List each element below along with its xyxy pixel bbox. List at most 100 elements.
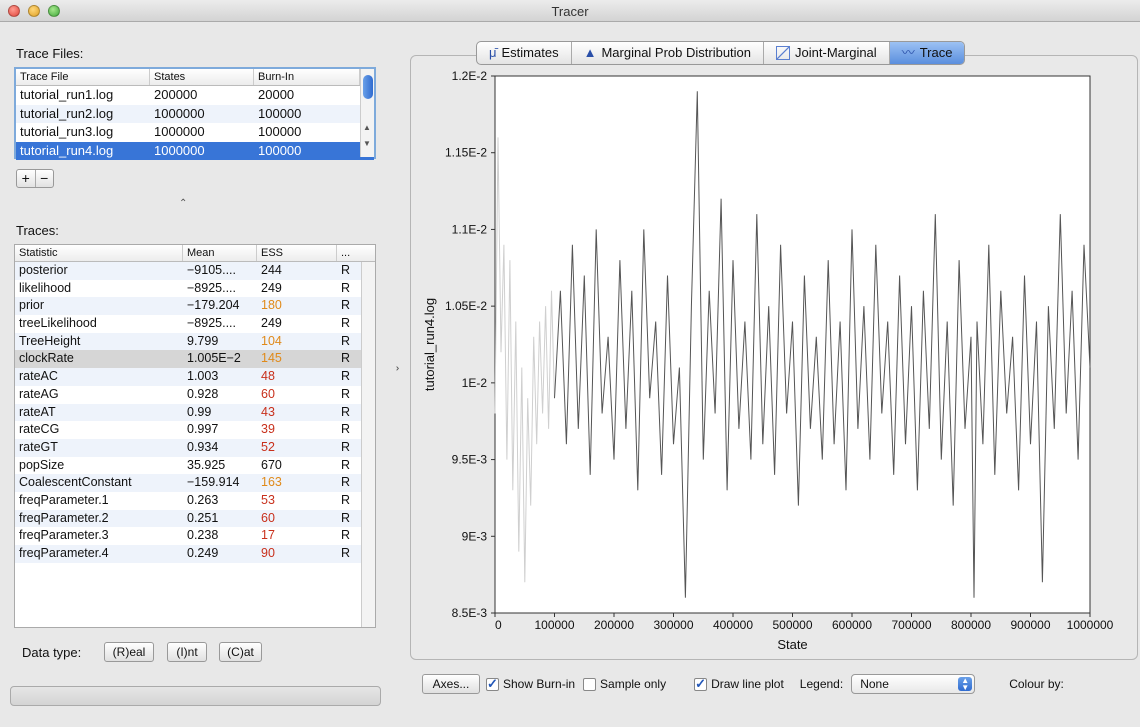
trace-file-burnin: 20000 bbox=[258, 87, 295, 102]
trace-statistic: rateAT bbox=[19, 404, 56, 419]
trace-mean: 0.928 bbox=[187, 386, 219, 401]
sample-only-label: Sample only bbox=[600, 677, 667, 691]
scroll-thumb[interactable] bbox=[363, 75, 373, 99]
split-arrow-icon[interactable]: ⌃ bbox=[389, 364, 400, 372]
trace-icon: 〰 bbox=[901, 45, 915, 60]
trace-row[interactable]: rateCG 0.997 39 R bbox=[15, 421, 375, 439]
trace-row[interactable]: rateGT 0.934 52 R bbox=[15, 438, 375, 457]
traces-table[interactable]: Statistic Mean ESS ... posterior −9105...… bbox=[14, 244, 376, 628]
trace-file-row[interactable]: tutorial_run1.log 200000 20000 bbox=[16, 86, 374, 105]
trace-ess: 90 bbox=[261, 546, 275, 560]
trace-row[interactable]: rateAT 0.99 43 R bbox=[15, 403, 375, 422]
trace-statistic: treeLikelihood bbox=[19, 316, 97, 331]
trace-file-row[interactable]: tutorial_run2.log 1000000 100000 bbox=[16, 104, 374, 123]
scroll-down-arrow-icon[interactable]: ▼ bbox=[363, 139, 371, 148]
tab-joint-marginal[interactable]: Joint-Marginal bbox=[764, 42, 890, 64]
split-handle-icon[interactable]: ⌃ bbox=[179, 198, 187, 209]
trace-statistic: rateAC bbox=[19, 369, 58, 384]
trace-mean: −159.914 bbox=[187, 475, 240, 490]
x-tick-label: 100000 bbox=[534, 618, 574, 632]
trace-flag: R bbox=[341, 510, 351, 525]
trace-flag: R bbox=[341, 546, 351, 560]
trace-row[interactable]: CoalescentConstant −159.914 163 R bbox=[15, 474, 375, 492]
tab-trace[interactable]: 〰 Trace bbox=[889, 42, 965, 64]
add-file-button[interactable]: + bbox=[17, 170, 36, 187]
estimates-icon: μ̄ bbox=[489, 45, 497, 60]
trace-row[interactable]: freqParameter.3 0.238 17 R bbox=[15, 527, 375, 545]
select-arrows-icon: ▲ ▼ bbox=[958, 677, 973, 692]
tab-marginal-prob[interactable]: ▲ Marginal Prob Distribution bbox=[572, 42, 765, 64]
trace-row[interactable]: freqParameter.2 0.251 60 R bbox=[15, 509, 375, 528]
trace-file-row[interactable]: tutorial_run4.log 1000000 100000 bbox=[16, 141, 374, 160]
trace-ess: 249 bbox=[261, 316, 282, 331]
trace-statistic: freqParameter.1 bbox=[19, 492, 109, 507]
trace-statistic: freqParameter.3 bbox=[19, 528, 109, 543]
trace-ess: 39 bbox=[261, 422, 275, 437]
trace-statistic: prior bbox=[19, 298, 45, 313]
show-burnin-checkbox[interactable] bbox=[486, 676, 499, 692]
column-header-burn-in[interactable]: Burn-In bbox=[254, 69, 360, 85]
trace-row[interactable]: freqParameter.4 0.249 90 R bbox=[15, 545, 375, 563]
trace-mean: −8925.... bbox=[187, 280, 236, 295]
column-header-trace-file[interactable]: Trace File bbox=[16, 69, 150, 85]
trace-statistic: rateCG bbox=[19, 422, 60, 437]
trace-row[interactable]: posterior −9105.... 244 R bbox=[15, 262, 375, 280]
column-header-states[interactable]: States bbox=[150, 69, 254, 85]
trace-row[interactable]: clockRate 1.005E−2 145 R bbox=[15, 350, 375, 369]
x-tick-label: 0 bbox=[495, 618, 502, 632]
window-title: Tracer bbox=[551, 4, 589, 19]
trace-ess: 53 bbox=[261, 492, 275, 507]
triangle-icon: ▲ bbox=[583, 45, 597, 60]
trace-row[interactable]: likelihood −8925.... 249 R bbox=[15, 280, 375, 298]
int-type-button[interactable]: (I)nt bbox=[167, 642, 207, 662]
trace-files-table[interactable]: Trace File States Burn-In tutorial_run1.… bbox=[14, 67, 376, 160]
plot-area bbox=[494, 75, 1091, 614]
traces-label: Traces: bbox=[16, 223, 59, 238]
trace-row[interactable]: TreeHeight 9.799 104 R bbox=[15, 332, 375, 351]
cat-type-button[interactable]: (C)at bbox=[219, 642, 262, 662]
trace-statistic: TreeHeight bbox=[19, 333, 81, 348]
trace-row[interactable]: rateAG 0.928 60 R bbox=[15, 386, 375, 404]
trace-row[interactable]: popSize 35.925 670 R bbox=[15, 457, 375, 475]
trace-file-row[interactable]: tutorial_run3.log 1000000 100000 bbox=[16, 123, 374, 142]
trace-ess: 52 bbox=[261, 439, 275, 454]
scroll-up-arrow-icon[interactable]: ▲ bbox=[363, 123, 371, 132]
column-header-more[interactable]: ... bbox=[337, 245, 361, 261]
x-tick-label: 700000 bbox=[891, 618, 931, 632]
legend-select-value: None bbox=[860, 677, 889, 691]
real-type-button[interactable]: (R)eal bbox=[104, 642, 154, 662]
sample-only-checkbox[interactable] bbox=[583, 677, 597, 691]
trace-file-states: 1000000 bbox=[154, 105, 205, 121]
column-header-ess[interactable]: ESS bbox=[257, 245, 337, 261]
trace-mean: 35.925 bbox=[187, 457, 226, 472]
trace-file-burnin: 100000 bbox=[258, 124, 302, 139]
trace-files-scrollbar[interactable]: ▲ ▼ bbox=[360, 69, 374, 157]
column-header-statistic[interactable]: Statistic bbox=[15, 245, 183, 261]
tab-joint-marginal-label: Joint-Marginal bbox=[795, 45, 877, 60]
trace-ess: 670 bbox=[261, 457, 282, 472]
draw-line-plot-checkbox[interactable] bbox=[694, 676, 708, 692]
column-header-mean[interactable]: Mean bbox=[183, 245, 257, 261]
y-tick-label: 1.15E-2 bbox=[445, 146, 487, 160]
trace-row[interactable]: prior −179.204 180 R bbox=[15, 297, 375, 316]
axes-button[interactable]: Axes... bbox=[422, 674, 480, 694]
traces-scrollbar[interactable] bbox=[361, 262, 375, 627]
trace-flag: R bbox=[341, 386, 351, 401]
trace-mean: −9105.... bbox=[187, 263, 236, 277]
tab-marginal-prob-label: Marginal Prob Distribution bbox=[601, 45, 752, 60]
scatter-icon bbox=[776, 46, 791, 60]
y-tick-label: 8.5E-3 bbox=[452, 606, 488, 620]
trace-ess: 249 bbox=[261, 280, 282, 295]
trace-row[interactable]: rateAC 1.003 48 R bbox=[15, 368, 375, 386]
remove-file-button[interactable]: − bbox=[36, 170, 54, 187]
trace-flag: R bbox=[341, 263, 351, 277]
legend-select[interactable]: None ▲ ▼ bbox=[851, 674, 976, 694]
trace-row[interactable]: treeLikelihood −8925.... 249 R bbox=[15, 315, 375, 333]
y-tick-label: 9.5E-3 bbox=[452, 453, 488, 467]
trace-file-states: 200000 bbox=[154, 87, 198, 102]
trace-row[interactable]: freqParameter.1 0.263 53 R bbox=[15, 492, 375, 510]
trace-mean: 0.263 bbox=[187, 492, 219, 507]
trace-statistic: CoalescentConstant bbox=[19, 475, 132, 490]
tab-estimates[interactable]: μ̄ Estimates bbox=[477, 42, 572, 64]
trace-statistic: rateGT bbox=[19, 439, 58, 454]
